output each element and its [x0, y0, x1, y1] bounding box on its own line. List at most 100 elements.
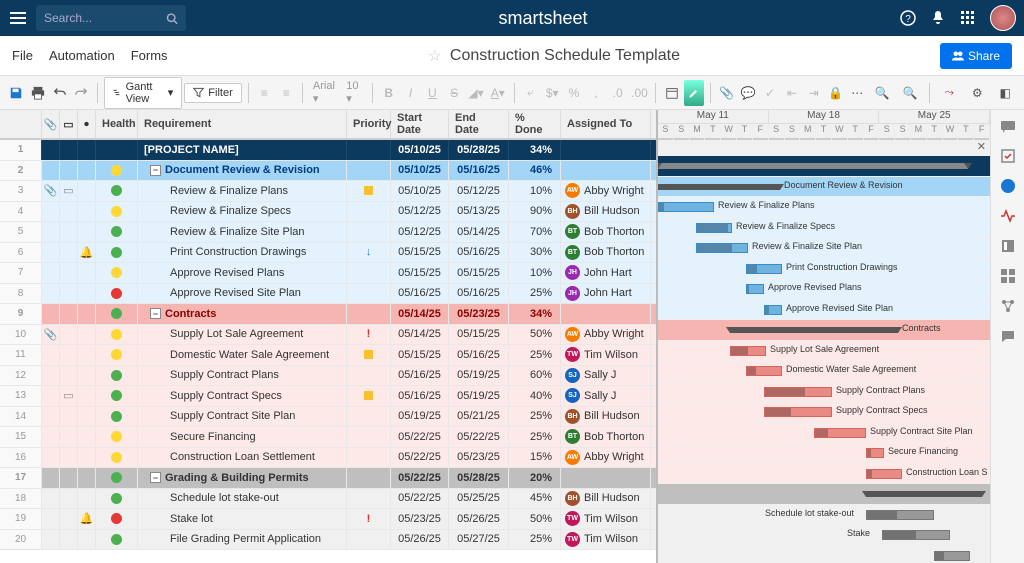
cell-priority[interactable] — [347, 140, 391, 160]
cell-priority[interactable] — [347, 222, 391, 242]
cell-assigned-to[interactable]: BHBill Hudson — [561, 407, 651, 427]
menu-automation[interactable]: Automation — [49, 48, 115, 63]
cell-end-date[interactable]: 05/16/25 — [449, 243, 509, 263]
cell-attachment[interactable] — [42, 222, 60, 242]
cell-priority[interactable] — [347, 427, 391, 447]
cell-attachment[interactable] — [42, 530, 60, 550]
cell-percent-done[interactable]: 25% — [509, 530, 561, 550]
cell-comment[interactable] — [60, 222, 78, 242]
highlight-icon[interactable] — [684, 80, 704, 106]
cell-end-date[interactable]: 05/14/25 — [449, 222, 509, 242]
cell-reminder[interactable] — [78, 448, 96, 468]
cell-requirement[interactable]: File Grading Permit Application — [138, 530, 347, 550]
thousands-icon[interactable]: , — [586, 80, 606, 106]
cell-health[interactable] — [96, 448, 138, 468]
proof-icon[interactable]: ✓ — [760, 80, 780, 106]
cell-end-date[interactable]: 05/27/25 — [449, 530, 509, 550]
col-priority[interactable]: Priority — [347, 110, 391, 138]
cell-requirement[interactable]: Supply Contract Site Plan — [138, 407, 347, 427]
cell-attachment[interactable] — [42, 386, 60, 406]
cell-assigned-to[interactable] — [561, 304, 651, 324]
cell-reminder[interactable] — [78, 222, 96, 242]
gantt-bar[interactable] — [814, 428, 866, 438]
gantt-row[interactable]: Secure Financing — [658, 443, 990, 464]
percent-icon[interactable]: % — [564, 80, 584, 106]
fill-color-icon[interactable]: ◢▾ — [466, 80, 486, 106]
table-row[interactable]: 3📎▭Review & Finalize Plans05/10/2505/12/… — [0, 181, 656, 202]
cell-attachment[interactable]: 📎 — [42, 181, 60, 201]
rail-chat-icon[interactable] — [1000, 328, 1016, 344]
table-row[interactable]: 20File Grading Permit Application05/26/2… — [0, 530, 656, 551]
cell-requirement[interactable]: Print Construction Drawings — [138, 243, 347, 263]
cell-requirement[interactable]: Supply Contract Specs — [138, 386, 347, 406]
cell-end-date[interactable]: 05/26/25 — [449, 509, 509, 529]
gantt-row[interactable]: Document Review & Revision — [658, 177, 990, 198]
cell-percent-done[interactable]: 20% — [509, 468, 561, 488]
cell-percent-done[interactable]: 45% — [509, 489, 561, 509]
underline-icon[interactable]: U — [422, 80, 442, 106]
bold-icon[interactable]: B — [379, 80, 399, 106]
bell-icon[interactable] — [930, 10, 946, 26]
cell-priority[interactable] — [347, 489, 391, 509]
cell-requirement[interactable]: Approve Revised Site Plan — [138, 284, 347, 304]
cell-attachment[interactable] — [42, 489, 60, 509]
col-end[interactable]: End Date — [449, 110, 509, 138]
gantt-row[interactable]: Approve Revised Plans — [658, 279, 990, 300]
cell-priority[interactable] — [347, 386, 391, 406]
collapse-icon[interactable]: − — [150, 472, 161, 483]
save-icon[interactable] — [6, 80, 26, 106]
cell-priority[interactable] — [347, 530, 391, 550]
col-health[interactable]: Health — [96, 110, 138, 138]
comment-tool-icon[interactable]: 💬 — [738, 80, 758, 106]
table-row[interactable]: 12Supply Contract Plans05/16/2505/19/256… — [0, 366, 656, 387]
rail-brand-icon[interactable] — [1000, 268, 1016, 284]
cell-comment[interactable] — [60, 304, 78, 324]
cell-percent-done[interactable]: 50% — [509, 509, 561, 529]
table-row[interactable]: 8Approve Revised Site Plan05/16/2505/16/… — [0, 284, 656, 305]
cell-percent-done[interactable]: 25% — [509, 407, 561, 427]
redo-icon[interactable] — [71, 80, 91, 106]
gantt-bar[interactable] — [746, 366, 782, 376]
cell-priority[interactable] — [347, 181, 391, 201]
more-icon[interactable]: ⋯ — [847, 80, 867, 106]
cell-assigned-to[interactable]: BTBob Thorton — [561, 243, 651, 263]
cell-start-date[interactable]: 05/14/25 — [391, 325, 449, 345]
cell-priority[interactable] — [347, 202, 391, 222]
cell-health[interactable] — [96, 161, 138, 181]
search-input[interactable] — [44, 11, 166, 25]
cell-reminder[interactable] — [78, 304, 96, 324]
cell-assigned-to[interactable]: AWAbby Wright — [561, 448, 651, 468]
text-color-icon[interactable]: A▾ — [488, 80, 508, 106]
cell-health[interactable] — [96, 181, 138, 201]
outdent-icon[interactable]: ⇤ — [782, 80, 802, 106]
cell-attachment[interactable] — [42, 161, 60, 181]
cell-reminder[interactable] — [78, 345, 96, 365]
comment-column-icon[interactable]: ▭ — [60, 110, 78, 138]
cell-end-date[interactable]: 05/15/25 — [449, 263, 509, 283]
cell-priority[interactable]: ! — [347, 325, 391, 345]
cell-comment[interactable] — [60, 161, 78, 181]
close-panel-icon[interactable]: ✕ — [658, 140, 990, 156]
cell-start-date[interactable]: 05/22/25 — [391, 468, 449, 488]
cell-comment[interactable]: ▭ — [60, 386, 78, 406]
cell-comment[interactable] — [60, 427, 78, 447]
cell-health[interactable] — [96, 325, 138, 345]
gantt-row[interactable] — [658, 156, 990, 177]
cell-health[interactable] — [96, 489, 138, 509]
cell-assigned-to[interactable]: JHJohn Hart — [561, 263, 651, 283]
gantt-bar[interactable] — [730, 346, 766, 356]
cell-percent-done[interactable]: 90% — [509, 202, 561, 222]
cell-attachment[interactable] — [42, 284, 60, 304]
cell-start-date[interactable]: 05/15/25 — [391, 263, 449, 283]
cell-assigned-to[interactable] — [561, 140, 651, 160]
cell-priority[interactable] — [347, 345, 391, 365]
align-center-icon[interactable]: ≡ — [276, 80, 296, 106]
col-done[interactable]: % Done — [509, 110, 561, 138]
cell-priority[interactable] — [347, 263, 391, 283]
cell-end-date[interactable]: 05/23/25 — [449, 448, 509, 468]
cell-priority[interactable] — [347, 284, 391, 304]
table-row[interactable]: 4Review & Finalize Specs05/12/2505/13/25… — [0, 202, 656, 223]
cell-attachment[interactable] — [42, 448, 60, 468]
cell-priority[interactable]: ↓ — [347, 243, 391, 263]
cell-requirement[interactable]: Supply Contract Plans — [138, 366, 347, 386]
